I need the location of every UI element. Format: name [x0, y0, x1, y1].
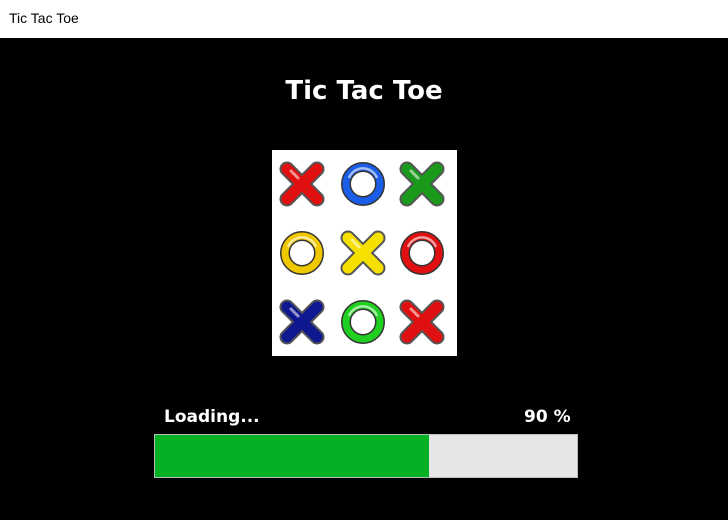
- o-ring-icon: [341, 162, 385, 206]
- x-mark-icon: [399, 161, 445, 207]
- title-bar: Tic Tac Toe: [0, 0, 728, 38]
- logo-grid: [279, 161, 445, 345]
- loading-label: Loading...: [164, 407, 260, 427]
- loading-progress-bar: [154, 434, 578, 478]
- o-ring-icon: [280, 231, 324, 275]
- x-mark-icon: [279, 161, 325, 207]
- o-ring-icon: [400, 231, 444, 275]
- progress-fill: [155, 435, 430, 477]
- window-title: Tic Tac Toe: [9, 10, 79, 26]
- app-title: Tic Tac Toe: [285, 76, 443, 106]
- x-mark-icon: [340, 230, 386, 276]
- loading-percent: 90 %: [524, 407, 571, 427]
- x-mark-icon: [399, 299, 445, 345]
- o-ring-icon: [341, 300, 385, 344]
- splash-screen: Tic Tac Toe Loading... 90 %: [0, 38, 728, 520]
- tic-tac-toe-logo: [272, 150, 457, 356]
- x-mark-icon: [279, 299, 325, 345]
